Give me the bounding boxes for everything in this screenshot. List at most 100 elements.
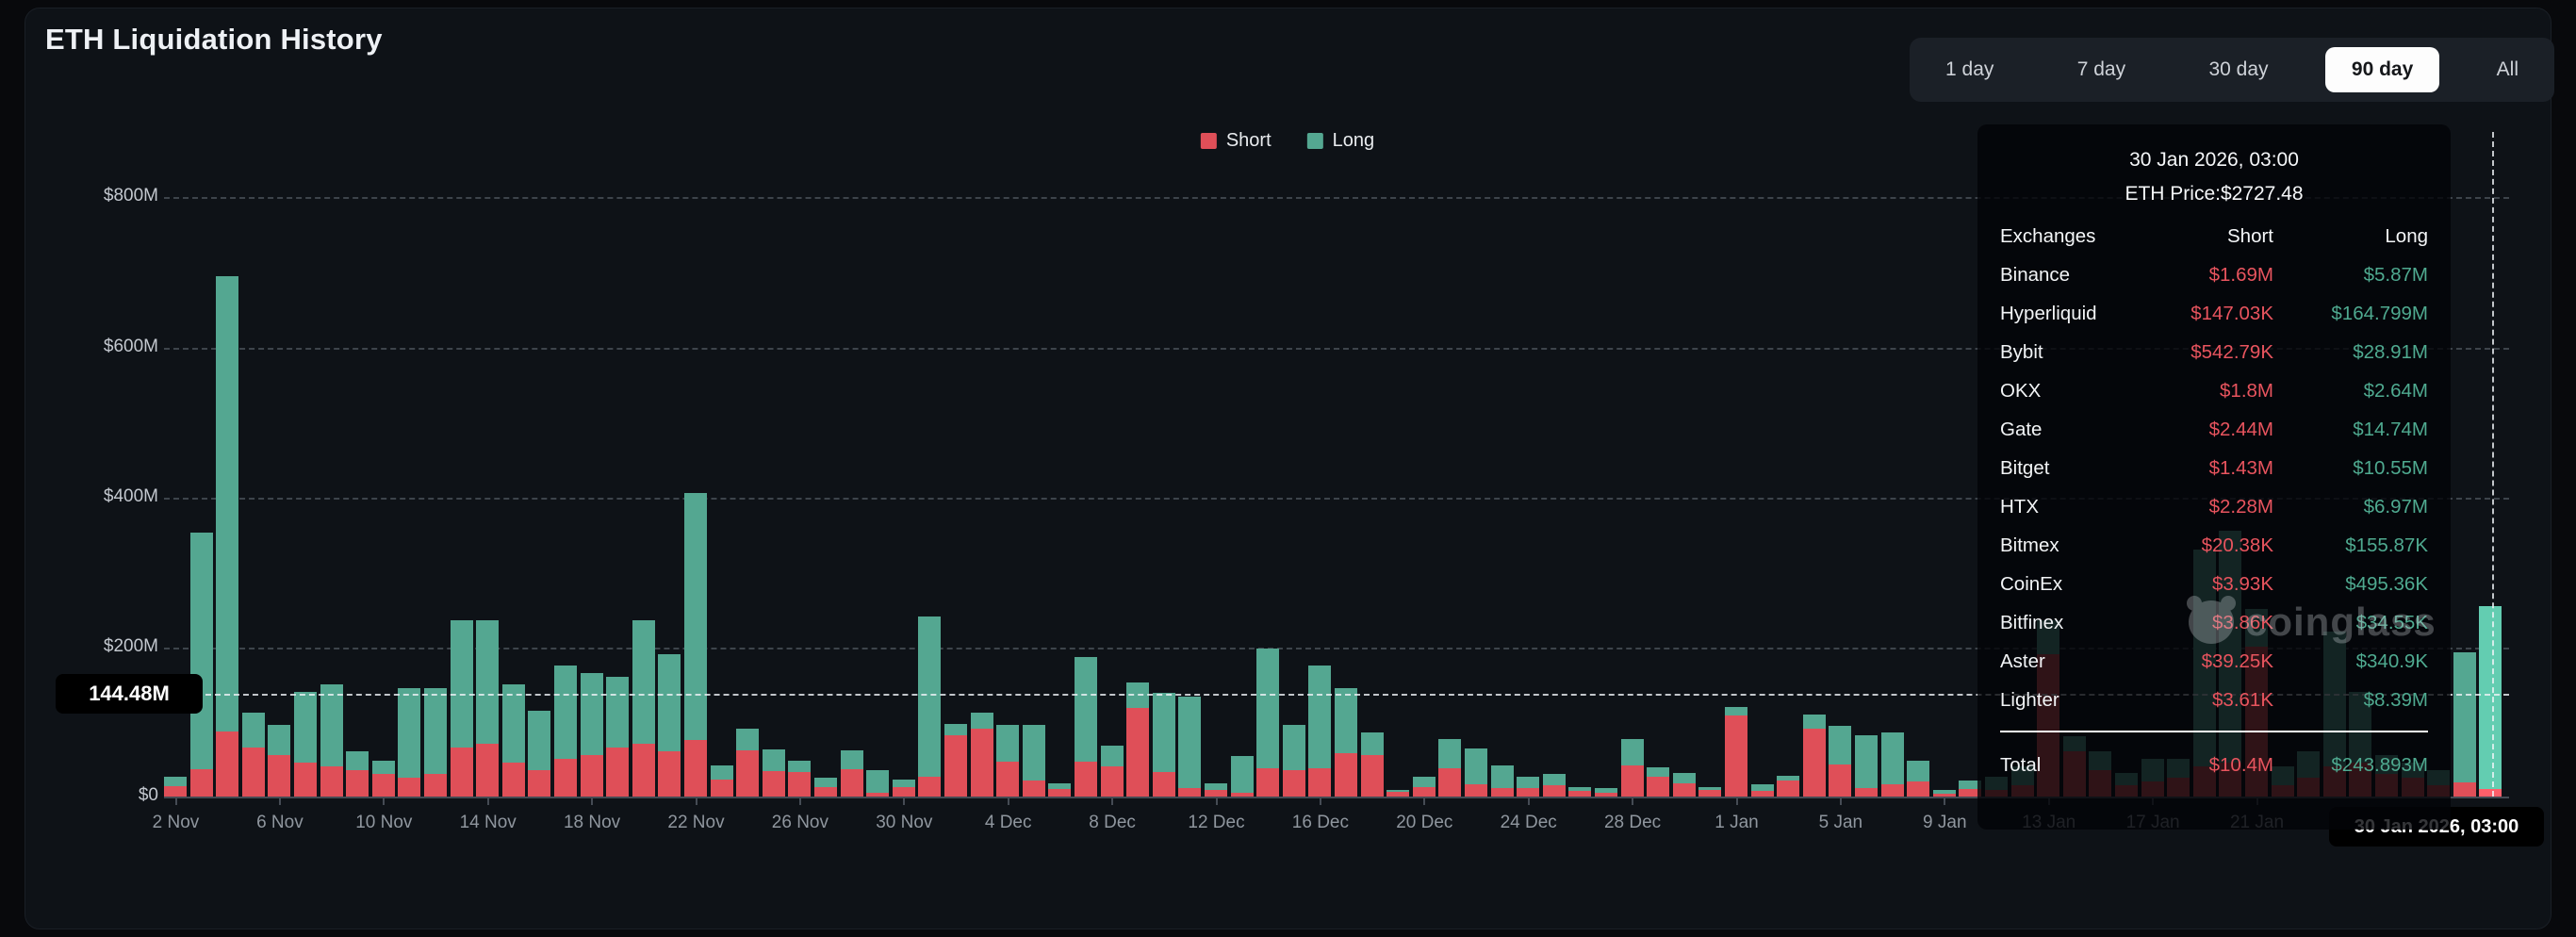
bar-segment-short: [1751, 791, 1774, 797]
bar-12-dec[interactable]: [1205, 783, 1227, 797]
bar-23-nov[interactable]: [711, 765, 733, 797]
bar-16-nov[interactable]: [528, 711, 550, 797]
bar-segment-long: [971, 713, 993, 729]
bar-20-nov[interactable]: [632, 620, 655, 797]
tooltip-column-header: Long: [2273, 225, 2428, 248]
range-button-1-day[interactable]: 1 day: [1919, 47, 2020, 92]
tooltip-short-value: $1.43M: [2155, 457, 2273, 480]
bar-2-dec[interactable]: [944, 724, 967, 797]
bar-5-dec[interactable]: [1023, 725, 1045, 797]
bar-10-dec[interactable]: [1153, 693, 1175, 797]
bar-4-dec[interactable]: [996, 725, 1019, 797]
bar-3-dec[interactable]: [971, 713, 993, 797]
legend-item-short[interactable]: Short: [1201, 130, 1272, 152]
bar-27-dec[interactable]: [1595, 788, 1617, 797]
tooltip-short-value: $3.93K: [2155, 573, 2273, 596]
bar-8-jan[interactable]: [1907, 761, 1929, 797]
bar-26-nov[interactable]: [788, 761, 811, 797]
bar-segment-short: [866, 793, 889, 797]
bar-20-dec[interactable]: [1413, 777, 1436, 797]
bar-23-dec[interactable]: [1491, 765, 1514, 797]
bar-7-dec[interactable]: [1075, 657, 1097, 797]
bar-2-jan[interactable]: [1751, 784, 1774, 797]
bar-29-jan[interactable]: [2453, 652, 2476, 797]
bar-16-dec[interactable]: [1308, 666, 1331, 797]
bar-segment-long: [451, 620, 473, 748]
bar-1-jan[interactable]: [1725, 707, 1747, 797]
bar-8-nov[interactable]: [320, 684, 343, 797]
x-axis-tick: [696, 798, 697, 805]
bar-24-dec[interactable]: [1517, 777, 1539, 797]
tooltip-exchange-name: Binance: [2000, 264, 2155, 287]
bar-11-dec[interactable]: [1178, 697, 1201, 797]
bar-24-nov[interactable]: [736, 729, 759, 797]
bar-28-dec[interactable]: [1621, 739, 1644, 797]
bar-segment-short: [1568, 791, 1591, 797]
bar-30-dec[interactable]: [1673, 773, 1696, 797]
bar-7-jan[interactable]: [1881, 732, 1904, 797]
bar-30-nov[interactable]: [893, 780, 915, 797]
bar-6-jan[interactable]: [1855, 735, 1878, 797]
bar-8-dec[interactable]: [1101, 746, 1124, 797]
bar-28-nov[interactable]: [841, 750, 863, 797]
tooltip-row-binance: Binance$1.69M$5.87M: [2000, 255, 2428, 294]
bar-31-dec[interactable]: [1698, 787, 1721, 797]
bar-25-nov[interactable]: [763, 749, 785, 797]
range-button-7-day[interactable]: 7 day: [2051, 47, 2152, 92]
bar-26-dec[interactable]: [1568, 787, 1591, 797]
tooltip-exchange-name: Hyperliquid: [2000, 303, 2155, 325]
bar-11-nov[interactable]: [398, 688, 420, 797]
x-axis-tick: [1008, 798, 1009, 805]
bar-1-dec[interactable]: [918, 616, 941, 797]
bar-3-jan[interactable]: [1777, 776, 1799, 797]
bar-segment-long: [502, 684, 525, 763]
bar-13-nov[interactable]: [451, 620, 473, 797]
bar-12-nov[interactable]: [424, 688, 447, 797]
range-button-90-day[interactable]: 90 day: [2325, 47, 2439, 92]
bar-22-nov[interactable]: [684, 493, 707, 797]
bar-21-nov[interactable]: [658, 654, 681, 797]
bar-7-nov[interactable]: [294, 692, 317, 797]
bar-15-nov[interactable]: [502, 684, 525, 797]
bar-2-nov[interactable]: [164, 777, 187, 797]
bar-29-dec[interactable]: [1647, 767, 1669, 797]
bar-27-nov[interactable]: [814, 778, 837, 797]
tooltip-row-lighter: Lighter$3.61K$8.39M: [2000, 681, 2428, 719]
bar-14-nov[interactable]: [476, 620, 499, 797]
bar-17-nov[interactable]: [554, 666, 577, 797]
bar-segment-short: [1283, 770, 1305, 797]
bar-6-dec[interactable]: [1048, 783, 1071, 797]
range-button-30-day[interactable]: 30 day: [2182, 47, 2294, 92]
bar-segment-short: [1335, 753, 1357, 797]
bar-29-nov[interactable]: [866, 770, 889, 797]
bar-segment-short: [684, 740, 707, 797]
bar-14-dec[interactable]: [1256, 649, 1279, 797]
bar-22-dec[interactable]: [1465, 748, 1487, 797]
bar-18-dec[interactable]: [1361, 732, 1384, 797]
bar-25-dec[interactable]: [1543, 774, 1566, 797]
bar-30-jan[interactable]: [2479, 606, 2502, 797]
bar-9-dec[interactable]: [1126, 682, 1149, 797]
bar-9-jan[interactable]: [1933, 790, 1956, 797]
legend-item-long[interactable]: Long: [1307, 130, 1375, 152]
bar-5-jan[interactable]: [1829, 726, 1851, 797]
bar-18-nov[interactable]: [581, 673, 603, 797]
bar-segment-long: [1621, 739, 1644, 765]
bar-19-dec[interactable]: [1386, 790, 1409, 797]
bar-9-nov[interactable]: [346, 751, 369, 797]
bar-segment-short: [1048, 789, 1071, 797]
bar-4-nov[interactable]: [216, 276, 238, 797]
bar-segment-short: [1153, 772, 1175, 797]
x-axis-tick: [279, 798, 281, 805]
bar-4-jan[interactable]: [1803, 715, 1826, 797]
bar-10-nov[interactable]: [372, 761, 395, 797]
bar-segment-long: [346, 751, 369, 770]
bar-17-dec[interactable]: [1335, 688, 1357, 797]
range-button-all[interactable]: All: [2470, 47, 2545, 92]
bar-21-dec[interactable]: [1438, 739, 1461, 797]
bar-15-dec[interactable]: [1283, 725, 1305, 797]
bar-13-dec[interactable]: [1231, 756, 1254, 797]
bar-6-nov[interactable]: [268, 725, 290, 797]
bar-3-nov[interactable]: [190, 533, 213, 797]
bar-5-nov[interactable]: [242, 713, 265, 797]
